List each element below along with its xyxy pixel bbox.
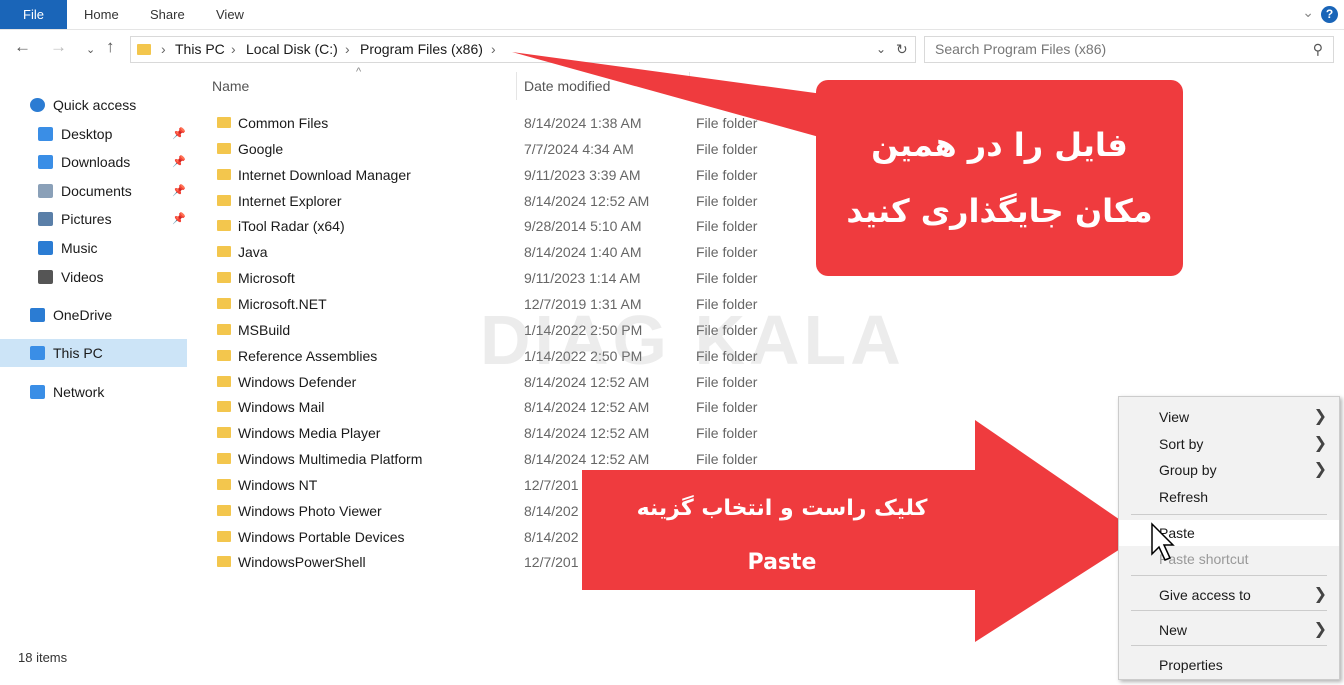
chevron-right-icon: ❯: [1313, 435, 1327, 452]
menu-item-give-access-to[interactable]: Give access to ❯: [1119, 582, 1339, 608]
top-callout-line1: فایل را در همین: [871, 126, 1128, 164]
menu-item-label: Sort by: [1159, 436, 1204, 452]
menu-item-sort-by[interactable]: Sort by ❯: [1119, 431, 1339, 457]
menu-separator: [1131, 645, 1327, 646]
chevron-right-icon: ❯: [1313, 461, 1327, 478]
menu-item-label: Group by: [1159, 462, 1217, 478]
bottom-callout-line1: کلیک راست و انتخاب گزینه: [636, 496, 928, 521]
menu-separator: [1131, 610, 1327, 611]
menu-item-label: New: [1159, 622, 1188, 638]
menu-separator: [1131, 514, 1327, 515]
menu-item-label: Give access to: [1159, 587, 1251, 603]
menu-item-label: View: [1159, 409, 1190, 425]
mouse-cursor-icon: [1151, 522, 1175, 561]
menu-item-group-by[interactable]: Group by ❯: [1119, 457, 1339, 483]
top-callout-line2: مکان جایگذاری کنید: [846, 192, 1153, 230]
menu-item-label: Properties: [1159, 657, 1223, 673]
chevron-right-icon: ❯: [1313, 408, 1327, 425]
menu-item-label: Refresh: [1159, 489, 1209, 505]
menu-item-view[interactable]: View ❯: [1119, 404, 1339, 430]
chevron-right-icon: ❯: [1313, 621, 1327, 638]
menu-item-refresh[interactable]: Refresh: [1119, 484, 1339, 510]
menu-separator: [1131, 575, 1327, 576]
bottom-callout-line2: Paste: [747, 550, 817, 575]
top-arrow: [512, 52, 830, 140]
chevron-right-icon: ❯: [1313, 586, 1327, 603]
menu-item-new[interactable]: New ❯: [1119, 617, 1339, 643]
menu-item-properties[interactable]: Properties: [1119, 652, 1339, 678]
